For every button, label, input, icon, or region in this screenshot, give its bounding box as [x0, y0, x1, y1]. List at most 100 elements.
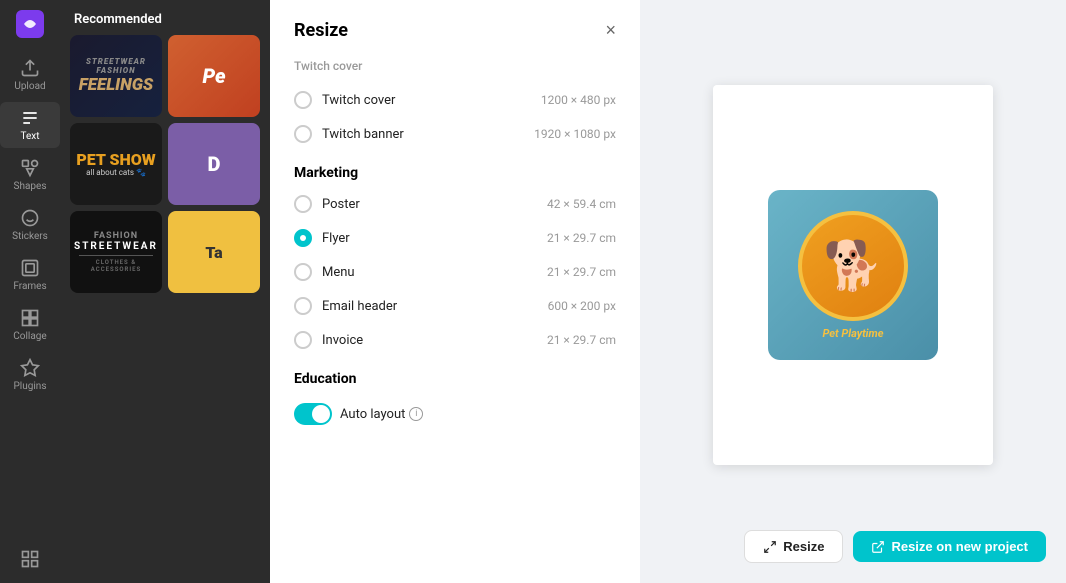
- resize-button-label: Resize: [783, 539, 824, 554]
- sidebar-item-text[interactable]: Text: [0, 102, 60, 148]
- sidebar-item-label: Stickers: [12, 231, 48, 242]
- modal-title: Resize: [294, 20, 348, 41]
- section-header-twitch: Twitch cover: [294, 59, 616, 73]
- template-card-d[interactable]: D: [168, 123, 260, 205]
- option-poster[interactable]: Poster 42 × 59.4 cm: [294, 187, 616, 221]
- shapes-icon: [20, 158, 40, 178]
- panel-grid: STREETWEAR FASHION FEELINGS Pe PET SHOW …: [60, 35, 270, 293]
- template-card-feelings[interactable]: STREETWEAR FASHION FEELINGS: [70, 35, 162, 117]
- section-title-education: Education: [294, 371, 616, 387]
- upload-icon: [20, 58, 40, 78]
- frames-icon: [20, 258, 40, 278]
- option-size-invoice: 21 × 29.7 cm: [547, 333, 616, 347]
- sidebar-item-plugins[interactable]: Plugins: [0, 352, 60, 398]
- text-icon: [20, 108, 40, 128]
- sidebar-item-label: Upload: [14, 81, 45, 92]
- app-logo[interactable]: [14, 8, 46, 40]
- auto-layout-text: Auto layout: [340, 407, 405, 422]
- dog-emoji: 🐕: [823, 237, 883, 294]
- sidebar-item-label: Frames: [13, 281, 46, 292]
- auto-layout-label: Auto layout i: [340, 407, 423, 422]
- feelings-subtitle: STREETWEAR FASHION: [70, 57, 162, 75]
- radio-twitch-cover[interactable]: [294, 91, 312, 109]
- preview-area: 🐕 Pet Playtime Resize Resize on new proj…: [640, 0, 1066, 583]
- templates-panel: Recommended STREETWEAR FASHION FEELINGS …: [60, 0, 270, 583]
- fashion-tagline: CLOTHES & ACCESSORIES: [70, 259, 162, 273]
- option-label-invoice: Invoice: [322, 333, 363, 348]
- more-icon: [20, 549, 40, 569]
- option-label-email-header: Email header: [322, 299, 397, 314]
- fashion-sub: FASHION: [94, 231, 138, 241]
- sidebar-item-label: Collage: [13, 331, 46, 342]
- option-size-flyer: 21 × 29.7 cm: [547, 231, 616, 245]
- radio-invoice[interactable]: [294, 331, 312, 349]
- dog-card-inner: 🐕 Pet Playtime: [776, 198, 931, 353]
- pet-show-title: PET SHOW: [76, 152, 155, 168]
- preview-canvas: 🐕 Pet Playtime: [660, 20, 1046, 530]
- fashion-divider: [79, 255, 153, 256]
- sidebar: Upload Text Shapes Stickers Frames: [0, 0, 60, 583]
- template-card-ta[interactable]: Ta: [168, 211, 260, 293]
- option-label-flyer: Flyer: [322, 231, 350, 246]
- pet-playtime-text: Pet Playtime: [822, 327, 883, 340]
- option-label-twitch-cover: Twitch cover: [322, 93, 395, 108]
- modal-header: Resize ×: [294, 20, 616, 41]
- panel-title: Recommended: [60, 0, 270, 35]
- option-label-poster: Poster: [322, 197, 360, 212]
- feelings-title: FEELINGS: [79, 75, 154, 95]
- canvas-white: 🐕 Pet Playtime: [713, 85, 993, 465]
- sidebar-item-shapes[interactable]: Shapes: [0, 152, 60, 198]
- option-twitch-banner[interactable]: Twitch banner 1920 × 1080 px: [294, 117, 616, 151]
- template-card-fashion[interactable]: FASHION STREETWEAR CLOTHES & ACCESSORIES: [70, 211, 162, 293]
- d-text: D: [208, 152, 221, 176]
- radio-menu[interactable]: [294, 263, 312, 281]
- radio-email-header[interactable]: [294, 297, 312, 315]
- sidebar-item-label: Shapes: [14, 181, 47, 192]
- option-invoice[interactable]: Invoice 21 × 29.7 cm: [294, 323, 616, 357]
- section-title-marketing: Marketing: [294, 165, 616, 181]
- ta-text: Ta: [205, 243, 222, 262]
- sidebar-item-more[interactable]: [0, 543, 60, 575]
- option-size-poster: 42 × 59.4 cm: [547, 197, 616, 211]
- option-size-email-header: 600 × 200 px: [548, 299, 616, 313]
- fashion-title: STREETWEAR: [74, 241, 158, 252]
- radio-poster[interactable]: [294, 195, 312, 213]
- option-email-header[interactable]: Email header 600 × 200 px: [294, 289, 616, 323]
- sidebar-item-label: Text: [20, 131, 39, 142]
- option-size-twitch-banner: 1920 × 1080 px: [534, 127, 616, 141]
- option-menu[interactable]: Menu 21 × 29.7 cm: [294, 255, 616, 289]
- option-twitch-cover[interactable]: Twitch cover 1200 × 480 px: [294, 83, 616, 117]
- sidebar-item-upload[interactable]: Upload: [0, 52, 60, 98]
- resize-modal: Resize × Twitch cover Twitch cover 1200 …: [270, 0, 640, 583]
- toggle-knob: [312, 405, 330, 423]
- sidebar-item-collage[interactable]: Collage: [0, 302, 60, 348]
- option-size-twitch-cover: 1200 × 480 px: [541, 93, 616, 107]
- resize-new-button-label: Resize on new project: [891, 539, 1028, 554]
- radio-flyer[interactable]: [294, 229, 312, 247]
- resize-new-button[interactable]: Resize on new project: [853, 531, 1046, 562]
- dog-card: 🐕 Pet Playtime: [768, 190, 938, 360]
- template-card-partial[interactable]: Pe: [168, 35, 260, 117]
- bottom-bar: Resize Resize on new project: [660, 530, 1046, 563]
- modal-overlay: Resize × Twitch cover Twitch cover 1200 …: [270, 0, 1066, 583]
- auto-layout-row: Auto layout i: [294, 403, 616, 425]
- close-button[interactable]: ×: [605, 20, 616, 41]
- dog-badge: 🐕: [798, 211, 908, 321]
- sidebar-item-frames[interactable]: Frames: [0, 252, 60, 298]
- stickers-icon: [20, 208, 40, 228]
- option-flyer[interactable]: Flyer 21 × 29.7 cm: [294, 221, 616, 255]
- option-size-menu: 21 × 29.7 cm: [547, 265, 616, 279]
- option-label-twitch-banner: Twitch banner: [322, 127, 404, 142]
- sidebar-item-label: Plugins: [14, 381, 47, 392]
- info-icon[interactable]: i: [409, 407, 423, 421]
- option-label-menu: Menu: [322, 265, 355, 280]
- resize-button[interactable]: Resize: [744, 530, 843, 563]
- template-card-pet-show[interactable]: PET SHOW all about cats 🐾: [70, 123, 162, 205]
- resize-icon: [763, 540, 777, 554]
- auto-layout-toggle[interactable]: [294, 403, 332, 425]
- sidebar-item-stickers[interactable]: Stickers: [0, 202, 60, 248]
- radio-twitch-banner[interactable]: [294, 125, 312, 143]
- partial-text: Pe: [202, 64, 225, 88]
- plugins-icon: [20, 358, 40, 378]
- pet-show-subtitle: all about cats 🐾: [86, 168, 146, 177]
